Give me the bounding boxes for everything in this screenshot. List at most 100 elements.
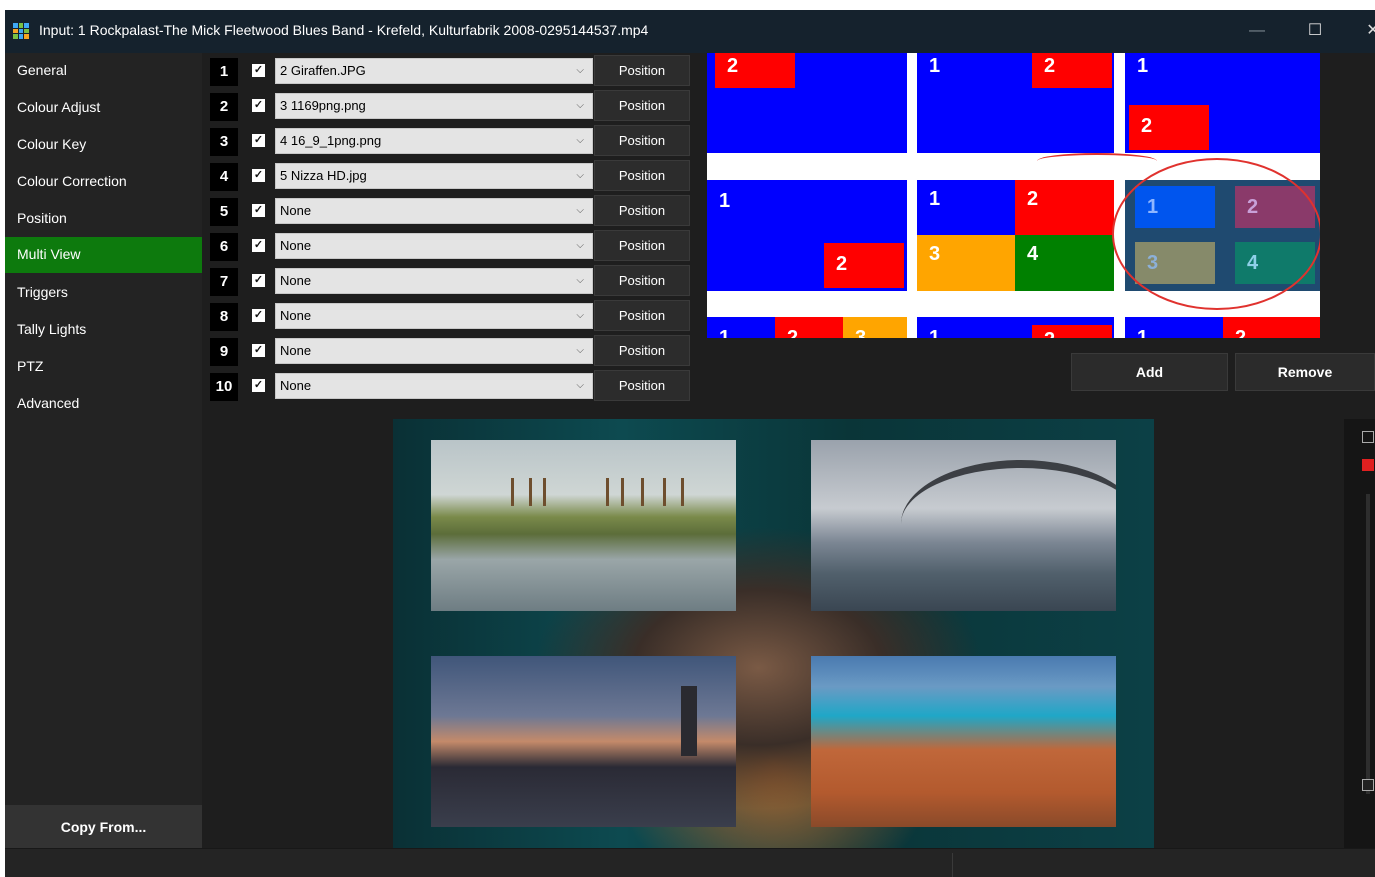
layer-input-select[interactable]: None ⌵	[275, 303, 593, 329]
layer-number: 10	[210, 373, 238, 401]
layer-enabled-checkbox[interactable]: ✓	[252, 204, 265, 217]
slider-track[interactable]	[1366, 494, 1370, 794]
slider-thumb[interactable]	[1362, 779, 1374, 791]
layer-input-value: None	[280, 203, 312, 218]
layer-2-block: 2	[824, 243, 904, 288]
layer-2-block: 2	[1015, 180, 1114, 235]
chevron-down-icon: ⌵	[576, 135, 584, 146]
layer-position-button[interactable]: Position	[594, 195, 690, 226]
layer-input-value: None	[280, 343, 312, 358]
sidebar-item-colour-adjust[interactable]: Colour Adjust	[5, 90, 202, 126]
layer-number: 1	[210, 58, 238, 86]
settings-sidebar: General Colour Adjust Colour Key Colour …	[5, 53, 202, 849]
layer-enabled-checkbox[interactable]: ✓	[252, 169, 265, 182]
minimize-button[interactable]: —	[1237, 18, 1277, 44]
layout-preset[interactable]: 2	[707, 53, 907, 153]
chevron-down-icon: ⌵	[576, 100, 584, 111]
giraffes-image	[431, 440, 736, 611]
layer-enabled-checkbox[interactable]: ✓	[252, 134, 265, 147]
sidebar-item-colour-key[interactable]: Colour Key	[5, 127, 202, 163]
layer-input-value: None	[280, 238, 312, 253]
layer-input-value: 2 Giraffen.JPG	[280, 63, 366, 78]
layer-enabled-checkbox[interactable]: ✓	[252, 274, 265, 287]
layer-input-value: 5 Nizza HD.jpg	[280, 168, 367, 183]
title-bar: Input: 1 Rockpalast-The Mick Fleetwood B…	[5, 10, 1375, 53]
layer-1-block: 1	[719, 190, 731, 212]
layer-3-block: 3	[1135, 242, 1215, 284]
layer-input-select[interactable]: None ⌵	[275, 338, 593, 364]
layout-preset[interactable]: 1 2 3	[707, 317, 907, 338]
chevron-down-icon: ⌵	[576, 275, 584, 286]
copy-from-button[interactable]: Copy From...	[5, 805, 202, 849]
sidebar-item-ptz[interactable]: PTZ	[5, 349, 202, 385]
layer-2-block: 2	[1129, 105, 1209, 150]
vmix-app-icon	[13, 23, 29, 39]
input-settings-window: Input: 1 Rockpalast-The Mick Fleetwood B…	[5, 10, 1375, 877]
layer-position-button[interactable]: Position	[594, 300, 690, 331]
layer-input-value: 3 1169png.png	[280, 98, 366, 113]
layer-input-select[interactable]: None ⌵	[275, 233, 593, 259]
layer-enabled-checkbox[interactable]: ✓	[252, 64, 265, 77]
color-swatch[interactable]	[1362, 459, 1374, 471]
layer-enabled-checkbox[interactable]: ✓	[252, 379, 265, 392]
layer-input-select[interactable]: 2 Giraffen.JPG ⌵	[275, 58, 593, 84]
preview-side-panel	[1344, 419, 1375, 848]
layer-position-button[interactable]: Position	[594, 265, 690, 296]
layout-preset-gallery: 2 1 2 1 2 1 2 1 2 3 4 1 2 3 4 1 2 3 1 1 …	[707, 53, 1320, 338]
sidebar-item-position[interactable]: Position	[5, 201, 202, 237]
layer-position-button[interactable]: Position	[594, 90, 690, 121]
sidebar-item-general[interactable]: General	[5, 53, 202, 89]
layer-1-block: 1	[929, 55, 941, 77]
maximize-button[interactable]: ☐	[1295, 18, 1335, 44]
sidebar-item-tally-lights[interactable]: Tally Lights	[5, 312, 202, 348]
layer-1-block: 1	[929, 327, 941, 338]
close-button[interactable]: ✕	[1353, 18, 1375, 44]
chevron-down-icon: ⌵	[576, 65, 584, 76]
layer-2-block: 2	[715, 53, 795, 88]
layer-position-button[interactable]: Position	[594, 230, 690, 261]
layer-2-block: 2	[1235, 186, 1315, 228]
window-title: Input: 1 Rockpalast-The Mick Fleetwood B…	[39, 22, 649, 38]
layer-input-value: 4 16_9_1png.png	[280, 133, 382, 148]
layout-preset[interactable]: 1 2	[1125, 317, 1320, 338]
layer-1-block: 1	[1135, 186, 1215, 228]
add-button[interactable]: Add	[1071, 353, 1228, 391]
layer-position-button[interactable]: Position	[594, 55, 690, 86]
chevron-down-icon: ⌵	[576, 240, 584, 251]
layout-preset[interactable]: 1 2	[707, 180, 907, 291]
layer-number: 3	[210, 128, 238, 156]
layer-input-select[interactable]: 3 1169png.png ⌵	[275, 93, 593, 119]
layout-preset[interactable]: 1 2	[917, 53, 1114, 153]
status-bar	[5, 848, 1375, 877]
layout-preset-selected[interactable]: 1 2 3 4	[1125, 180, 1320, 291]
sidebar-item-triggers[interactable]: Triggers	[5, 275, 202, 311]
sidebar-item-advanced[interactable]: Advanced	[5, 386, 202, 422]
layout-preset[interactable]: 1 2	[1125, 53, 1320, 153]
remove-button[interactable]: Remove	[1235, 353, 1375, 391]
westminster-image	[431, 656, 736, 827]
layer-2-block: 2	[1032, 325, 1112, 338]
layer-input-select[interactable]: 4 16_9_1png.png ⌵	[275, 128, 593, 154]
layer-position-button[interactable]: Position	[594, 335, 690, 366]
layer-input-select[interactable]: None ⌵	[275, 198, 593, 224]
layer-position-button[interactable]: Position	[594, 370, 690, 401]
layer-4-block: 4	[1235, 242, 1315, 284]
layer-enabled-checkbox[interactable]: ✓	[252, 309, 265, 322]
layout-preset[interactable]: 1 2	[917, 317, 1114, 338]
layer-position-button[interactable]: Position	[594, 125, 690, 156]
chevron-down-icon: ⌵	[576, 380, 584, 391]
sidebar-item-multi-view[interactable]: Multi View	[5, 237, 202, 273]
panel-toggle-icon[interactable]	[1362, 431, 1374, 443]
layer-position-button[interactable]: Position	[594, 160, 690, 191]
layout-gallery-scrollbar[interactable]	[1320, 53, 1375, 338]
layer-enabled-checkbox[interactable]: ✓	[252, 344, 265, 357]
layer-enabled-checkbox[interactable]: ✓	[252, 239, 265, 252]
sidebar-item-colour-correction[interactable]: Colour Correction	[5, 164, 202, 200]
layer-enabled-checkbox[interactable]: ✓	[252, 99, 265, 112]
layout-preset[interactable]: 1 2 3 4	[917, 180, 1114, 291]
layer-number: 2	[210, 93, 238, 121]
layer-input-select[interactable]: None ⌵	[275, 268, 593, 294]
layer-input-select[interactable]: None ⌵	[275, 373, 593, 399]
layer-input-select[interactable]: 5 Nizza HD.jpg ⌵	[275, 163, 593, 189]
chevron-down-icon: ⌵	[576, 310, 584, 321]
